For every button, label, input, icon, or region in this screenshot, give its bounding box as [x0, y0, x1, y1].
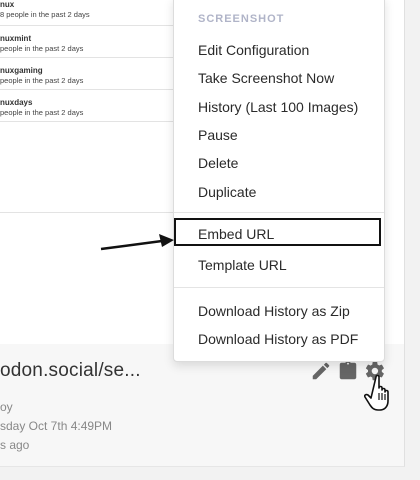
menu-item-edit-configuration[interactable]: Edit Configuration — [198, 42, 309, 58]
meta-author: oy — [0, 400, 13, 414]
screenshot-url-title[interactable]: odon.social/se... — [0, 360, 141, 382]
menu-divider — [174, 212, 384, 213]
tag-usage: people in the past 2 days — [0, 108, 84, 117]
meta-relative-time: s ago — [0, 438, 30, 452]
menu-item-take-screenshot-now[interactable]: Take Screenshot Now — [198, 70, 334, 86]
annotation-arrow-icon — [100, 234, 174, 251]
hand-pointer-cursor-icon — [364, 374, 389, 411]
menu-item-pause[interactable]: Pause — [198, 127, 238, 143]
menu-item-delete[interactable]: Delete — [198, 155, 238, 171]
screenshot-info-panel: odon.social/se... oy sday Oct 7th 4:49PM… — [0, 344, 405, 467]
highlighted-menu-item: Embed URL — [174, 218, 381, 246]
tag-list: nux 8 people in the past 2 days nuxmint … — [0, 0, 175, 122]
tag-usage: people in the past 2 days — [0, 44, 84, 53]
menu-item-embed-url[interactable]: Embed URL — [198, 226, 274, 242]
clipboard-icon[interactable] — [337, 360, 359, 382]
tag-usage: 8 people in the past 2 days — [0, 10, 90, 19]
tag-name[interactable]: nuxgaming — [0, 66, 43, 75]
pencil-icon[interactable] — [310, 360, 332, 382]
list-item[interactable]: nuxgaming people in the past 2 days — [0, 58, 175, 90]
list-item[interactable]: nuxdays people in the past 2 days — [0, 90, 175, 122]
tag-name[interactable]: nuxmint — [0, 34, 31, 43]
menu-item-template-url[interactable]: Template URL — [198, 257, 287, 273]
tag-name[interactable]: nuxdays — [0, 98, 32, 107]
list-item[interactable]: nux 8 people in the past 2 days — [0, 0, 175, 26]
divider — [0, 212, 175, 213]
menu-item-download-pdf[interactable]: Download History as PDF — [198, 331, 358, 347]
menu-divider — [174, 287, 384, 288]
screenshot-dropdown-menu: SCREENSHOT Edit Configuration Take Scree… — [173, 0, 385, 362]
list-item[interactable]: nuxmint people in the past 2 days — [0, 26, 175, 58]
menu-item-history[interactable]: History (Last 100 Images) — [198, 99, 358, 115]
menu-item-duplicate[interactable]: Duplicate — [198, 184, 256, 200]
meta-date: sday Oct 7th 4:49PM — [0, 419, 113, 433]
tag-usage: people in the past 2 days — [0, 76, 84, 85]
menu-section-header: SCREENSHOT — [198, 13, 285, 25]
tag-name[interactable]: nux — [0, 0, 14, 9]
menu-item-download-zip[interactable]: Download History as Zip — [198, 303, 350, 319]
